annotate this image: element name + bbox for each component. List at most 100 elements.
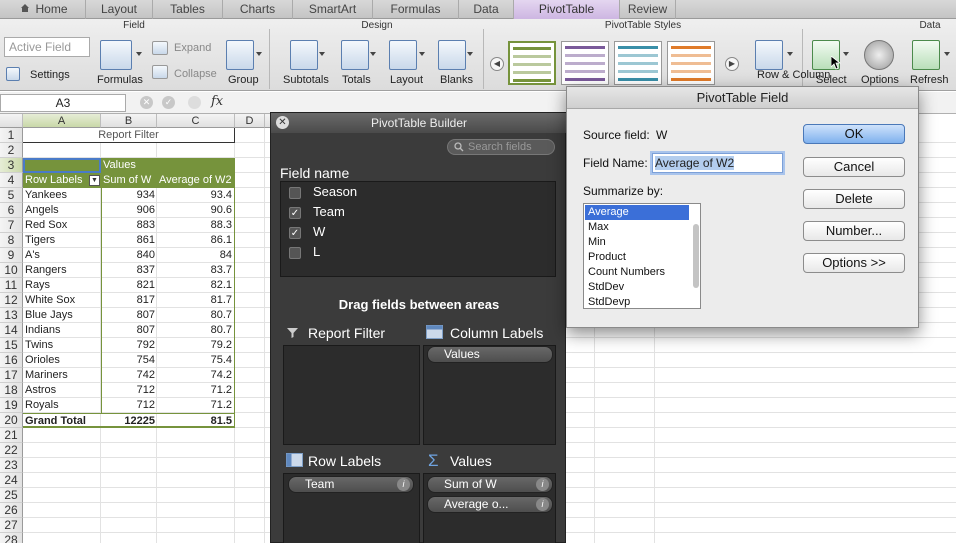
- summarize-option-count-numbers[interactable]: Count Numbers: [585, 265, 689, 280]
- average-cell[interactable]: 90.6: [157, 203, 235, 218]
- pivot-style-orange[interactable]: [667, 41, 715, 85]
- grand-total-average[interactable]: 81.5: [157, 413, 235, 428]
- row-header-28[interactable]: 28: [0, 533, 23, 543]
- row-header-14[interactable]: 14: [0, 323, 23, 338]
- group-button[interactable]: Group: [228, 74, 259, 86]
- row-header-17[interactable]: 17: [0, 368, 23, 383]
- pivot-style-teal[interactable]: [614, 41, 662, 85]
- row-header-10[interactable]: 10: [0, 263, 23, 278]
- column-item-values[interactable]: Values: [427, 346, 553, 363]
- grand-total-sum[interactable]: 12225: [101, 413, 157, 428]
- tab-home[interactable]: Home: [0, 0, 86, 19]
- average-cell[interactable]: 80.7: [157, 323, 235, 338]
- team-cell[interactable]: White Sox: [23, 293, 101, 308]
- average-cell[interactable]: 80.7: [157, 308, 235, 323]
- list-scrollbar[interactable]: [693, 224, 699, 288]
- average-cell[interactable]: 71.2: [157, 383, 235, 398]
- layout-button[interactable]: Layout: [390, 74, 423, 86]
- row-header-24[interactable]: 24: [0, 473, 23, 488]
- row-header-3[interactable]: 3: [0, 158, 23, 173]
- team-cell[interactable]: Indians: [23, 323, 101, 338]
- team-cell[interactable]: Rangers: [23, 263, 101, 278]
- sum-cell[interactable]: 861: [101, 233, 157, 248]
- average-cell[interactable]: 83.7: [157, 263, 235, 278]
- average-cell[interactable]: 71.2: [157, 398, 235, 413]
- row-header-9[interactable]: 9: [0, 248, 23, 263]
- row-header-15[interactable]: 15: [0, 338, 23, 353]
- report-filter-cell[interactable]: Report Filter: [23, 128, 235, 143]
- row-header-8[interactable]: 8: [0, 233, 23, 248]
- team-cell[interactable]: Twins: [23, 338, 101, 353]
- tab-tables[interactable]: Tables: [153, 0, 223, 19]
- row-header-2[interactable]: 2: [0, 143, 23, 158]
- fx-icon[interactable]: fx: [211, 94, 223, 109]
- field-checkbox[interactable]: ✓: [289, 227, 301, 239]
- row-header-16[interactable]: 16: [0, 353, 23, 368]
- team-cell[interactable]: Blue Jays: [23, 308, 101, 323]
- sum-cell[interactable]: 712: [101, 398, 157, 413]
- row-header-6[interactable]: 6: [0, 203, 23, 218]
- function-wizard-icon[interactable]: [188, 96, 201, 109]
- row-header-19[interactable]: 19: [0, 398, 23, 413]
- expand-button[interactable]: Expand: [174, 42, 211, 54]
- column-labels-drop-area[interactable]: Values: [423, 345, 556, 445]
- average-cell[interactable]: 84: [157, 248, 235, 263]
- field-item-team[interactable]: ✓ Team: [289, 204, 549, 222]
- tab-formulas[interactable]: Formulas: [373, 0, 459, 19]
- row-header-21[interactable]: 21: [0, 428, 23, 443]
- average-header[interactable]: Average of W2: [157, 173, 235, 188]
- summarize-option-stddev[interactable]: StdDev: [585, 280, 689, 295]
- average-cell[interactable]: 79.2: [157, 338, 235, 353]
- options-button[interactable]: Options: [861, 74, 899, 86]
- summarize-by-list[interactable]: Average Max Min Product Count Numbers St…: [583, 203, 701, 309]
- value-item-average[interactable]: Average o... i: [427, 496, 553, 513]
- info-icon[interactable]: i: [536, 498, 549, 511]
- tab-charts[interactable]: Charts: [223, 0, 293, 19]
- field-checkbox[interactable]: [289, 187, 301, 199]
- tab-pivottable[interactable]: PivotTable: [514, 0, 620, 19]
- tab-layout[interactable]: Layout: [86, 0, 153, 19]
- average-cell[interactable]: 81.7: [157, 293, 235, 308]
- row-header-18[interactable]: 18: [0, 383, 23, 398]
- column-header-c[interactable]: C: [157, 114, 235, 128]
- average-cell[interactable]: 93.4: [157, 188, 235, 203]
- row-header-11[interactable]: 11: [0, 278, 23, 293]
- row-header-25[interactable]: 25: [0, 488, 23, 503]
- sum-cell[interactable]: 742: [101, 368, 157, 383]
- team-cell[interactable]: Rays: [23, 278, 101, 293]
- cancel-button[interactable]: Cancel: [803, 157, 905, 177]
- tab-smartart[interactable]: SmartArt: [293, 0, 373, 19]
- team-cell[interactable]: Astros: [23, 383, 101, 398]
- info-icon[interactable]: i: [397, 478, 410, 491]
- ok-button[interactable]: OK: [803, 124, 905, 144]
- name-box[interactable]: A3: [0, 94, 126, 112]
- totals-button[interactable]: Totals: [342, 74, 371, 86]
- column-header-d[interactable]: D: [235, 114, 265, 128]
- team-cell[interactable]: Mariners: [23, 368, 101, 383]
- sum-cell[interactable]: 883: [101, 218, 157, 233]
- select-all-corner[interactable]: [0, 114, 23, 128]
- sum-cell[interactable]: 807: [101, 323, 157, 338]
- row-header-12[interactable]: 12: [0, 293, 23, 308]
- styles-prev-button[interactable]: ◀: [490, 57, 504, 71]
- grand-total-label[interactable]: Grand Total: [23, 413, 101, 428]
- values-header-cell[interactable]: Values: [101, 158, 235, 173]
- team-cell[interactable]: Yankees: [23, 188, 101, 203]
- average-cell[interactable]: 75.4: [157, 353, 235, 368]
- tab-data[interactable]: Data: [459, 0, 514, 19]
- settings-button[interactable]: Settings: [30, 69, 70, 81]
- styles-next-button[interactable]: ▶: [725, 57, 739, 71]
- summarize-option-max[interactable]: Max: [585, 220, 689, 235]
- delete-button[interactable]: Delete: [803, 189, 905, 209]
- average-cell[interactable]: 74.2: [157, 368, 235, 383]
- subtotals-button[interactable]: Subtotals: [283, 74, 329, 86]
- filter-dropdown-icon[interactable]: ▼: [89, 175, 100, 186]
- options-expand-button[interactable]: Options >>: [803, 253, 905, 273]
- field-item-season[interactable]: Season: [289, 184, 549, 202]
- summarize-option-min[interactable]: Min: [585, 235, 689, 250]
- refresh-button[interactable]: Refresh: [910, 74, 949, 86]
- row-item-team[interactable]: Team i: [288, 476, 414, 493]
- summarize-option-average[interactable]: Average: [585, 205, 689, 220]
- average-cell[interactable]: 82.1: [157, 278, 235, 293]
- row-header-22[interactable]: 22: [0, 443, 23, 458]
